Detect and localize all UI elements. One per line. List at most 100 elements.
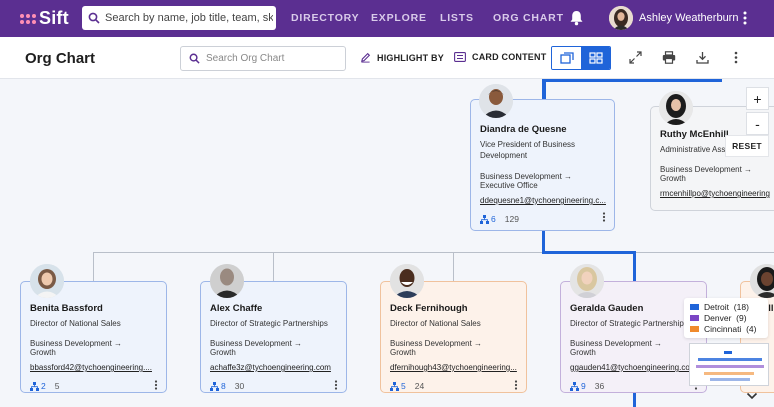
highlight-by-button[interactable]: HIGHLIGHT BY — [360, 52, 444, 63]
more-vertical-icon[interactable] — [602, 212, 606, 222]
direct-reports-count: 8 — [221, 381, 226, 391]
card-name: Ruthy McEnhill — [660, 129, 729, 140]
view-cards-button[interactable] — [552, 47, 581, 69]
total-reports-count: 129 — [504, 214, 519, 224]
user-avatar[interactable] — [609, 6, 633, 30]
card-name: Alex Chaffe — [210, 303, 263, 314]
card-email-link[interactable]: rmcenhillpo@tychoengineering — [660, 189, 774, 198]
legend-count: (18) — [733, 301, 749, 312]
reset-zoom-button[interactable]: RESET — [725, 135, 769, 157]
expand-icon[interactable] — [629, 51, 642, 64]
direct-reports-count: 5 — [401, 381, 406, 391]
org-card-alex-chaffe[interactable]: Alex Chaffe Director of Strategic Partne… — [200, 264, 347, 393]
legend-label: Cincinnati — [704, 323, 742, 334]
more-vertical-icon[interactable] — [154, 380, 158, 390]
card-sub-department: Growth — [660, 174, 686, 183]
page-title: Org Chart — [25, 50, 96, 67]
avatar — [210, 264, 244, 298]
avatar — [479, 84, 513, 118]
connector-line — [453, 252, 454, 281]
more-vertical-icon[interactable] — [733, 51, 739, 64]
card-job-title: Director of National Sales — [30, 319, 121, 328]
search-icon — [88, 12, 100, 24]
total-reports-count: 24 — [414, 381, 425, 391]
legend-label: Detroit — [704, 301, 730, 312]
avatar — [659, 91, 693, 125]
direct-reports-count: 9 — [581, 381, 586, 391]
connector-line — [93, 252, 542, 253]
card-name: Diandra de Quesne — [480, 124, 567, 135]
location-legend: Detroit (18) Denver (9) Cincinnati (4) — [684, 298, 768, 338]
card-content-button[interactable]: CARD CONTENT — [454, 52, 546, 62]
logo-text: Sift — [39, 8, 69, 28]
connector-line — [273, 252, 274, 281]
bell-icon[interactable] — [569, 10, 584, 26]
card-email-link[interactable]: dfernihough43@tychoengineering... — [390, 363, 520, 372]
card-content-label: CARD CONTENT — [472, 52, 547, 62]
org-chart-search-input[interactable] — [206, 53, 336, 64]
card-email-link[interactable]: achaffe3z@tychoengineering.com — [210, 363, 340, 372]
highlight-by-label: HIGHLIGHT BY — [377, 52, 444, 63]
avatar — [750, 264, 774, 298]
view-toggle — [551, 46, 611, 70]
more-vertical-icon[interactable] — [334, 380, 338, 390]
card-report-counts: 8 30 — [210, 381, 244, 391]
connector-line — [542, 79, 546, 99]
legend-item-cincinnati[interactable]: Cincinnati (4) — [690, 323, 762, 334]
card-email-link[interactable]: ddequesne1@tychoengineering.c... — [480, 196, 610, 205]
card-sub-department: Growth — [30, 348, 56, 357]
card-email-link[interactable]: bbassford42@tychoengineering.... — [30, 363, 158, 372]
org-chart-search-box[interactable] — [180, 46, 346, 71]
avatar — [390, 264, 424, 298]
card-sub-department: Growth — [570, 348, 596, 357]
global-search-box[interactable] — [82, 6, 276, 30]
connector-line — [542, 231, 545, 253]
total-reports-count: 36 — [594, 381, 605, 391]
zoom-in-button[interactable]: + — [746, 87, 769, 110]
chevron-down-icon[interactable] — [746, 392, 758, 400]
logo-dots-icon — [20, 13, 36, 24]
direct-reports-count: 6 — [491, 214, 496, 224]
legend-swatch — [690, 303, 699, 310]
org-chart-minimap[interactable] — [689, 343, 769, 386]
card-job-title: Director of Strategic Partnerships — [210, 319, 328, 328]
org-chart-toolbar: Org Chart HIGHLIGHT BY CARD CONTENT — [0, 37, 774, 79]
card-name: Geralda Gauden — [570, 303, 644, 314]
org-card-benita-bassford[interactable]: Benita Bassford Director of National Sal… — [20, 264, 167, 393]
user-name[interactable]: Ashley Weatherburn — [639, 12, 738, 24]
nav-directory[interactable]: DIRECTORY — [291, 12, 359, 24]
stacked-cards-icon — [559, 52, 574, 64]
zoom-out-button[interactable]: - — [746, 112, 769, 135]
legend-item-denver[interactable]: Denver (9) — [690, 312, 762, 323]
org-card-deck-fernihough[interactable]: Deck Fernihough Director of National Sal… — [380, 264, 527, 393]
card-sub-department: Executive Office — [480, 181, 538, 190]
avatar — [570, 264, 604, 298]
legend-swatch — [690, 314, 699, 321]
legend-label: Denver — [704, 312, 732, 323]
download-icon[interactable] — [696, 51, 709, 64]
global-search-input[interactable] — [105, 12, 273, 24]
nav-lists[interactable]: LISTS — [440, 12, 474, 24]
direct-reports-icon — [210, 381, 219, 391]
card-email-link[interactable]: ggauden41@tychoengineering.com — [570, 363, 700, 372]
sift-logo[interactable]: Sift — [20, 8, 69, 29]
card-sub-department: Growth — [210, 348, 236, 357]
legend-count: (4) — [746, 323, 757, 334]
connector-line — [93, 252, 94, 281]
card-name: Benita Bassford — [30, 303, 103, 314]
direct-reports-icon — [480, 214, 489, 224]
legend-count: (9) — [736, 312, 747, 323]
card-report-counts: 2 5 — [30, 381, 59, 391]
org-card-diandra-de-quesne[interactable]: Diandra de Quesne Vice President of Busi… — [470, 84, 615, 231]
view-grid-button[interactable] — [581, 47, 610, 69]
total-reports-count: 30 — [234, 381, 245, 391]
direct-reports-icon — [30, 381, 39, 391]
more-vertical-icon[interactable] — [741, 10, 749, 26]
nav-org-chart[interactable]: ORG CHART — [493, 12, 564, 24]
search-icon — [189, 53, 200, 64]
print-icon[interactable] — [662, 51, 676, 64]
more-vertical-icon[interactable] — [514, 380, 518, 390]
nav-explore[interactable]: EXPLORE — [371, 12, 427, 24]
legend-item-detroit[interactable]: Detroit (18) — [690, 301, 762, 312]
card-job-title: Vice President of Business Development — [480, 140, 576, 160]
